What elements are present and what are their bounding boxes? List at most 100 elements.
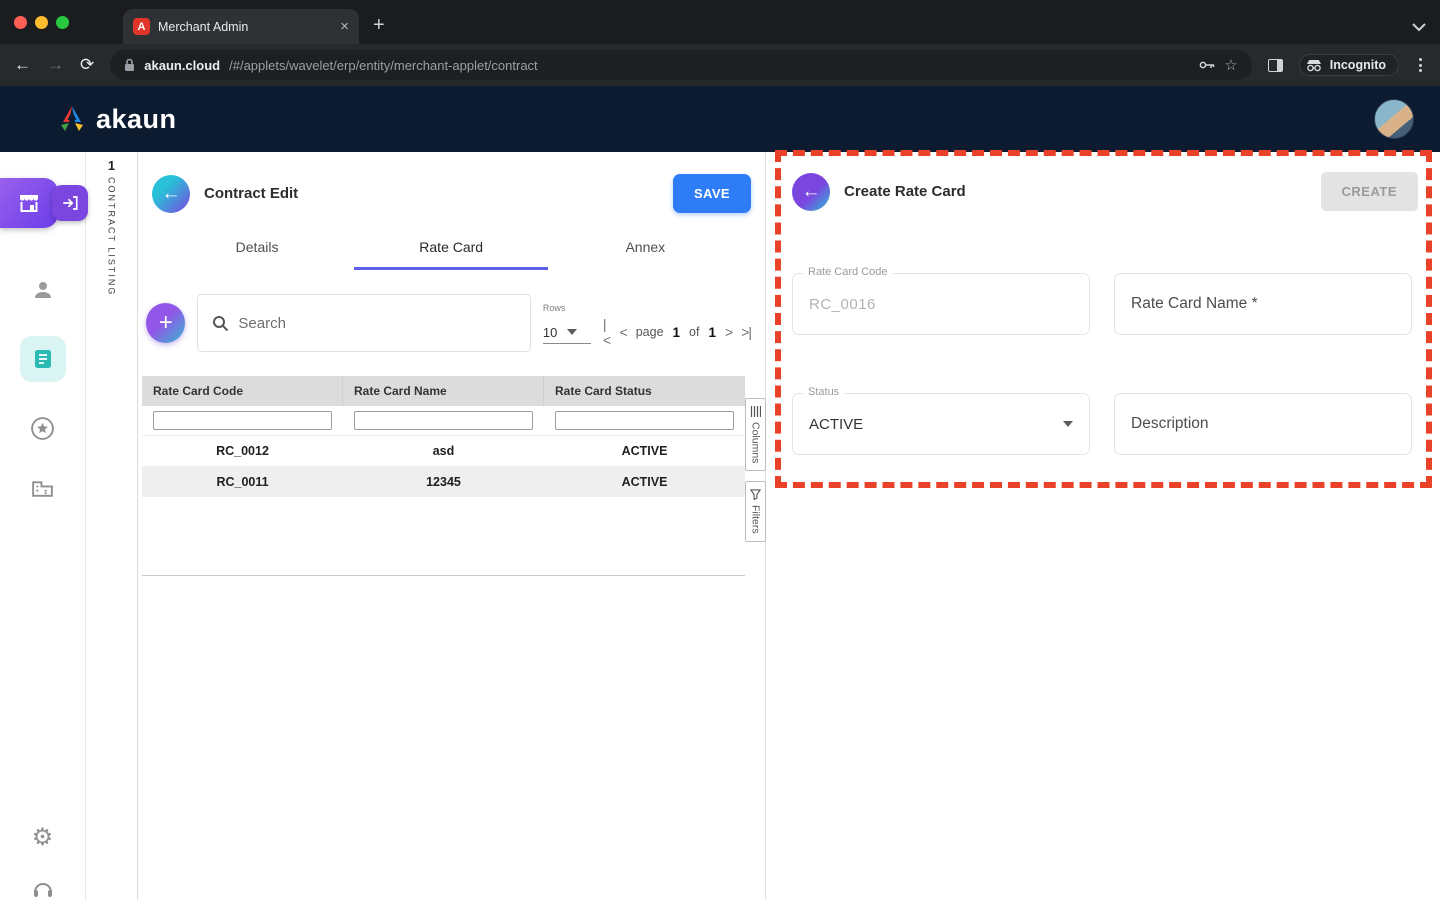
incognito-icon (1305, 58, 1323, 72)
table-empty-area (142, 497, 745, 575)
back-icon[interactable]: ← (14, 55, 31, 75)
app-rail: ⚙ (0, 152, 86, 900)
lock-icon (124, 58, 135, 72)
columns-button[interactable]: Columns (745, 398, 766, 471)
close-window-button[interactable] (14, 16, 27, 29)
table-row[interactable]: RC_0012 asd ACTIVE (142, 435, 745, 466)
description-field[interactable] (1114, 393, 1412, 455)
columns-icon (750, 406, 761, 417)
settings-gear-icon: ⚙ (32, 826, 54, 850)
search-icon (212, 315, 229, 332)
cell-rate-card-status: ACTIVE (544, 444, 745, 458)
rail-item-settings[interactable]: ⚙ (32, 826, 54, 850)
merchant-store-icon[interactable] (0, 178, 58, 228)
contract-edit-header: ← Contract Edit SAVE (138, 166, 765, 213)
favourites-star-icon (30, 416, 55, 441)
create-rate-card-form: Rate Card Code RC_0016 Status ACTIVE (792, 273, 1418, 455)
url-path: /#/applets/wavelet/erp/entity/merchant-a… (229, 58, 538, 73)
columns-label: Columns (750, 422, 762, 463)
kebab-menu-icon[interactable] (1415, 58, 1426, 72)
column-header[interactable]: Rate Card Name (343, 376, 544, 406)
user-avatar[interactable] (1374, 99, 1414, 139)
dropdown-caret-icon (567, 329, 577, 335)
column-header[interactable]: Rate Card Status (544, 376, 745, 406)
table-side-controls: Columns Filters (745, 376, 766, 576)
key-icon[interactable] (1199, 59, 1215, 71)
prev-page-icon[interactable]: < (620, 324, 627, 340)
chevron-down-icon[interactable] (1412, 23, 1426, 32)
description-input[interactable] (1131, 415, 1395, 433)
table-header-row: Rate Card Code Rate Card Name Rate Card … (142, 376, 745, 406)
next-page-icon[interactable]: > (725, 324, 732, 340)
side-panel-icon[interactable] (1268, 59, 1283, 72)
contract-edit-panel: ← Contract Edit SAVE Details Rate Card A… (138, 152, 766, 900)
filters-button[interactable]: Filters (745, 481, 766, 542)
rail-bottom-group: ⚙ (31, 826, 55, 900)
merchant-applet-pill[interactable] (0, 178, 88, 228)
status-field[interactable]: Status ACTIVE (792, 393, 1090, 455)
save-button[interactable]: SAVE (673, 174, 751, 213)
search-box[interactable] (197, 294, 531, 352)
create-rate-card-panel: ← Create Rate Card CREATE Rate Card Code… (766, 152, 1440, 900)
filters-label: Filters (750, 505, 762, 534)
profile-icon (31, 278, 55, 302)
incognito-badge: Incognito (1299, 54, 1399, 76)
app-header: akaun (0, 86, 1440, 152)
first-page-icon[interactable]: |< (603, 316, 611, 348)
add-rate-card-button[interactable]: + (146, 303, 185, 343)
rows-per-page: Rows 10 (543, 303, 591, 344)
rate-card-code-label: Rate Card Code (803, 266, 893, 278)
rate-card-code-value: RC_0016 (809, 296, 876, 313)
search-input[interactable] (238, 315, 516, 332)
rail-item-organisation[interactable] (30, 475, 55, 500)
rate-card-name-field[interactable] (1114, 273, 1412, 335)
context-badge: 1 (86, 158, 137, 173)
rail-item-support[interactable] (31, 878, 55, 900)
enter-arrow-icon[interactable] (52, 185, 88, 221)
status-label: Status (803, 386, 844, 398)
rate-card-code-field[interactable]: Rate Card Code RC_0016 (792, 273, 1090, 335)
forward-icon[interactable]: → (47, 55, 64, 75)
window-controls[interactable] (14, 0, 69, 44)
url-host: akaun.cloud (144, 58, 220, 73)
zoom-window-button[interactable] (56, 16, 69, 29)
rate-card-table: Rate Card Code Rate Card Name Rate Card … (142, 376, 745, 576)
main-content: ⚙ 1 CONTRACT LISTING ← Contract Edit SAV… (0, 152, 1440, 900)
cell-rate-card-code: RC_0011 (142, 475, 343, 489)
rail-item-contract-listing[interactable] (20, 336, 66, 382)
tab-annex[interactable]: Annex (548, 229, 742, 270)
context-label: CONTRACT LISTING (107, 177, 117, 296)
table-filter-row (142, 406, 745, 435)
page-title: Contract Edit (204, 185, 298, 202)
cell-rate-card-name: 12345 (343, 475, 544, 489)
filter-input-rate-card-code[interactable] (153, 411, 332, 430)
filter-input-rate-card-status[interactable] (555, 411, 734, 430)
browser-tab[interactable]: A Merchant Admin × (123, 9, 359, 44)
rows-select[interactable]: 10 (543, 321, 591, 344)
tab-rate-card[interactable]: Rate Card (354, 229, 548, 270)
filter-input-rate-card-name[interactable] (354, 411, 533, 430)
bookmark-star-icon[interactable]: ☆ (1224, 56, 1237, 74)
rail-item-favourites[interactable] (30, 416, 55, 441)
tab-close-icon[interactable]: × (340, 18, 349, 35)
active-rail-highlight (20, 336, 66, 382)
rail-item-profile[interactable] (31, 278, 55, 302)
back-arrow-icon[interactable]: ← (792, 173, 830, 211)
search-row: + Rows 10 |< < page (138, 294, 765, 352)
minimize-window-button[interactable] (35, 16, 48, 29)
new-tab-icon[interactable]: + (373, 14, 385, 37)
total-pages: 1 (708, 325, 716, 340)
current-page: 1 (673, 325, 681, 340)
reload-icon[interactable]: ⟳ (80, 55, 94, 75)
create-button[interactable]: CREATE (1321, 172, 1418, 211)
column-header[interactable]: Rate Card Code (142, 376, 343, 406)
incognito-label: Incognito (1330, 58, 1386, 72)
last-page-icon[interactable]: >| (741, 324, 751, 340)
rate-card-name-input[interactable] (1131, 295, 1395, 313)
browser-tab-strip: A Merchant Admin × + (0, 0, 1440, 44)
tab-details[interactable]: Details (160, 229, 354, 270)
table-row[interactable]: RC_0011 12345 ACTIVE (142, 466, 745, 497)
address-bar[interactable]: akaun.cloud /#/applets/wavelet/erp/entit… (110, 50, 1252, 80)
back-arrow-icon[interactable]: ← (152, 175, 190, 213)
context-strip: 1 CONTRACT LISTING (86, 152, 138, 900)
